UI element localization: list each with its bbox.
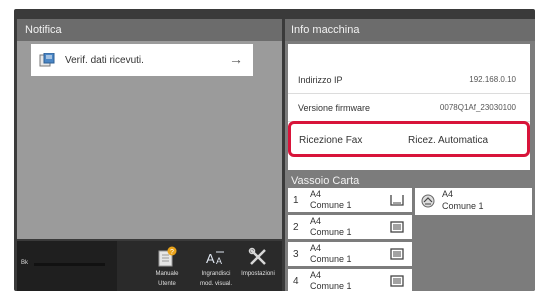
tray-paper-type: Comune 1: [310, 254, 352, 264]
notification-panel: Notifica Verif. dati ricevuti. →: [17, 19, 282, 239]
machine-info-header: Info macchina: [285, 19, 535, 41]
notification-header: Notifica: [17, 19, 282, 41]
bypass-paper-type: Comune 1: [442, 201, 484, 211]
tray-number: 1: [293, 195, 299, 206]
firmware-label: Versione firmware: [298, 103, 371, 113]
fax-reception-row[interactable]: Ricezione Fax Ricez. Automatica: [288, 121, 530, 157]
toner-label: Bk: [21, 260, 29, 266]
control-panel-screen: Notifica Verif. dati ricevuti. → Bk ? Ma…: [14, 9, 535, 291]
svg-text:?: ?: [170, 249, 174, 256]
ip-address-value: 192.168.0.10: [469, 75, 516, 84]
tray-3[interactable]: 3 A4 Comune 1: [288, 242, 412, 266]
firmware-row: Versione firmware 0078Q1Af_23030100: [288, 94, 530, 122]
tray-full-icon: [390, 275, 404, 287]
text-size-icon: A A: [206, 251, 224, 266]
machine-info-box: Indirizzo IP 192.168.0.10 Versione firmw…: [288, 44, 530, 170]
svg-text:A: A: [216, 256, 222, 266]
settings-icon: [248, 247, 266, 265]
fax-reception-label: Ricezione Fax: [299, 135, 363, 146]
bottom-toolbar: Bk ? Manuale Utente A A Ingrandisci mod.: [17, 241, 282, 291]
tray-paper-type: Comune 1: [310, 281, 352, 291]
manual-button[interactable]: ? Manuale Utente: [142, 241, 192, 291]
ip-address-label: Indirizzo IP: [298, 75, 343, 85]
notification-item[interactable]: Verif. dati ricevuti. →: [31, 44, 253, 76]
tray-2[interactable]: 2 A4 Comune 1: [288, 215, 412, 239]
arrow-right-icon: →: [229, 51, 243, 67]
bypass-paper-size: A4: [442, 189, 454, 199]
tray-number: 2: [293, 222, 299, 233]
tray-paper-size: A4: [310, 189, 322, 199]
bypass-tray-icon: [421, 194, 435, 208]
tray-full-icon: [390, 221, 404, 233]
tray-paper-size: A4: [310, 216, 322, 226]
tray-number: 4: [293, 276, 299, 287]
fax-document-icon: [39, 53, 55, 67]
tray-1[interactable]: 1 A4 Comune 1: [288, 188, 412, 212]
paper-tray-header: Vassoio Carta: [291, 175, 360, 187]
tray-number: 3: [293, 249, 299, 260]
firmware-value: 0078Q1Af_23030100: [439, 103, 516, 112]
tray-4[interactable]: 4 A4 Comune 1: [288, 269, 412, 291]
tray-full-icon: [390, 248, 404, 260]
tray-paper-size: A4: [310, 270, 322, 280]
toner-status: Bk: [17, 241, 117, 291]
notification-message: Verif. dati ricevuti.: [65, 54, 144, 66]
tray-paper-type: Comune 1: [310, 227, 352, 237]
tray-low-icon: [390, 195, 404, 206]
fax-reception-value: Ricez. Automatica: [408, 135, 489, 146]
machine-info-panel: Info macchina Indirizzo IP 192.168.0.10 …: [285, 19, 535, 291]
manual-label-1: Manuale: [155, 271, 179, 277]
tray-paper-type: Comune 1: [310, 200, 352, 210]
settings-button[interactable]: Impostazioni: [233, 241, 283, 291]
toner-level-bar: [34, 263, 105, 266]
tray-paper-size: A4: [310, 243, 322, 253]
ip-address-row: Indirizzo IP 192.168.0.10: [288, 66, 530, 94]
bypass-tray[interactable]: A4 Comune 1: [415, 188, 532, 215]
manual-icon: ?: [158, 246, 177, 267]
manual-label-2: Utente: [158, 281, 176, 287]
svg-text:A: A: [206, 251, 215, 266]
settings-label: Impostazioni: [241, 271, 275, 277]
